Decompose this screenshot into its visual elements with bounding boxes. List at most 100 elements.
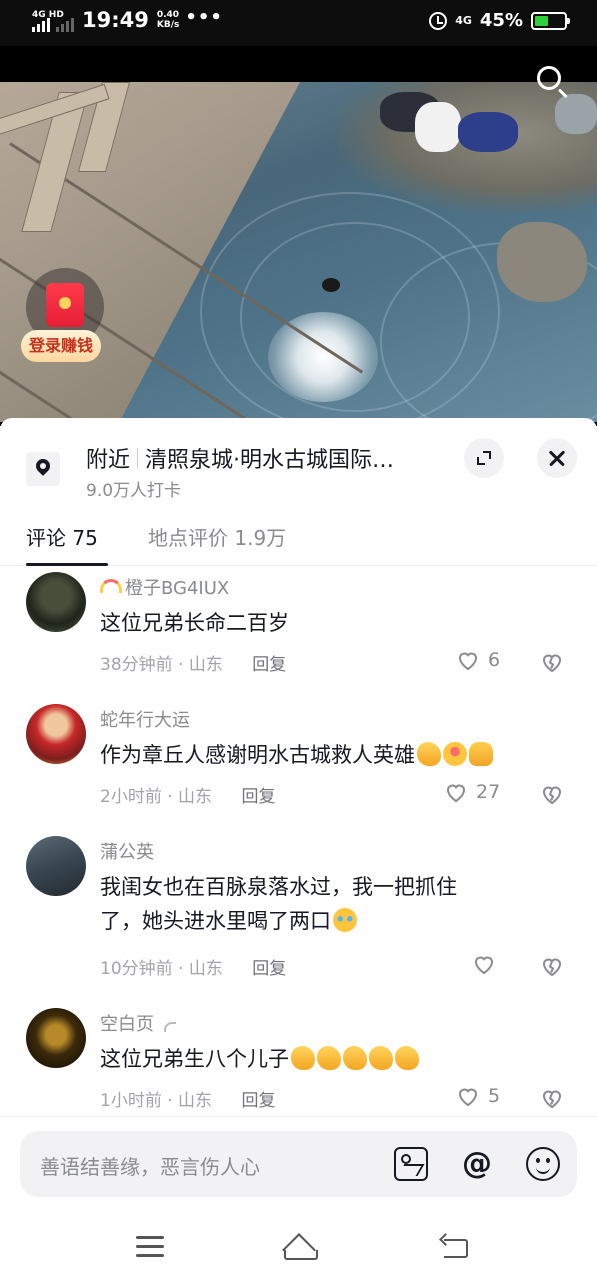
- avatar[interactable]: [26, 1008, 86, 1068]
- divider: [0, 1116, 597, 1117]
- active-tab-indicator: [26, 563, 108, 566]
- like-button[interactable]: 6: [456, 648, 500, 672]
- search-icon: [537, 66, 561, 90]
- menu-icon: [136, 1245, 164, 1248]
- back-button[interactable]: [438, 1232, 472, 1260]
- broken-heart-icon[interactable]: [540, 1086, 564, 1110]
- comment-meta: 1小时前 · 山东 回复: [100, 1086, 275, 1111]
- reply-button[interactable]: 回复: [241, 787, 275, 807]
- meta-separator: ·: [172, 959, 189, 979]
- comment-username[interactable]: 蛇年行大运: [100, 706, 190, 732]
- reply-button[interactable]: 回复: [252, 655, 286, 675]
- comment-input-placeholder: 善语结善缘，恶言伤人心: [40, 1155, 260, 1179]
- home-button[interactable]: [282, 1232, 318, 1260]
- tab-comments[interactable]: 评论 75: [26, 522, 98, 551]
- emoji-icon[interactable]: [526, 1147, 560, 1181]
- badge-icon: [164, 1022, 176, 1032]
- comment-input[interactable]: 善语结善缘，恶言伤人心 @: [20, 1131, 577, 1197]
- comment-text-line-body: 了，她头进水里喝了两口: [100, 909, 331, 933]
- expand-icon: [483, 451, 491, 459]
- mention-icon[interactable]: @: [460, 1147, 494, 1181]
- tab-bar: 评论 75 地点评价 1.9万: [0, 518, 597, 566]
- alarm-icon: [429, 11, 448, 30]
- meta-separator: ·: [172, 655, 189, 675]
- heart-icon: [458, 1088, 478, 1107]
- thumbs-up-emoji: [343, 1046, 367, 1070]
- comment-text-line: 我闺女也在百脉泉落水过，我一把抓住: [100, 875, 457, 899]
- battery-percent: 45%: [479, 10, 523, 31]
- comment-text: 作为章丘人感谢明水古城救人英雄: [100, 738, 580, 772]
- rock: [497, 222, 587, 302]
- comment-region: 山东: [188, 959, 223, 979]
- network-type: 4G HD: [32, 10, 64, 20]
- video-frame: [0, 82, 597, 422]
- comment-time: 38分钟前: [100, 655, 173, 675]
- location-title[interactable]: 附近 清照泉城·明水古城国际…: [86, 442, 394, 474]
- status-bar: 4G HD 19:49 0.40 KB/s ••• 4G 45%: [0, 0, 597, 46]
- tab-place-reviews[interactable]: 地点评价 1.9万: [148, 522, 286, 551]
- comment-username[interactable]: 蒲公英: [100, 838, 154, 864]
- thumbs-up-emoji: [395, 1046, 419, 1070]
- laugh-cry-emoji: [333, 908, 357, 932]
- network-type-right: 4G: [455, 14, 472, 27]
- comment-region: 山东: [178, 787, 213, 807]
- comment-text: 这位兄弟生八个儿子: [100, 1042, 580, 1076]
- comment-username[interactable]: 橙子BG4IUX: [100, 574, 229, 600]
- comment-text-body: 作为章丘人感谢明水古城救人英雄: [100, 743, 415, 767]
- heart-icon: [446, 784, 466, 803]
- like-count: 6: [488, 649, 501, 671]
- rainbow-icon: [100, 579, 122, 593]
- more-notifications: •••: [185, 6, 223, 28]
- comment-time: 1小时前: [100, 1091, 162, 1111]
- person-blue-shirt: [458, 112, 518, 152]
- signal-icon: [32, 18, 50, 32]
- comment-username[interactable]: 空白页: [100, 1010, 176, 1036]
- like-button[interactable]: 5: [456, 1084, 500, 1108]
- like-button[interactable]: 27: [444, 780, 500, 804]
- meta-separator: ·: [161, 787, 179, 807]
- person-edge: [555, 94, 597, 134]
- person-white-shirt: [415, 102, 461, 152]
- heart-icon: [458, 652, 478, 671]
- image-icon[interactable]: [394, 1147, 428, 1181]
- broken-heart-icon[interactable]: [540, 782, 564, 806]
- avatar[interactable]: [26, 704, 86, 764]
- expand-button[interactable]: [464, 438, 504, 478]
- broken-heart-icon[interactable]: [540, 650, 564, 674]
- heart-icon: [474, 956, 494, 975]
- reply-button[interactable]: 回复: [252, 959, 286, 979]
- comment-region: 山东: [188, 655, 223, 675]
- water-splash: [268, 312, 378, 402]
- search-button[interactable]: [535, 64, 571, 100]
- comment-text-body: 这位兄弟生八个儿子: [100, 1047, 289, 1071]
- pin-shape: [33, 456, 53, 476]
- avatar[interactable]: [26, 572, 86, 632]
- battery-icon: [531, 11, 570, 30]
- place-name: 清照泉城·明水古城国际…: [145, 448, 395, 473]
- login-earn-button[interactable]: 登录赚钱: [21, 330, 102, 362]
- close-button[interactable]: [537, 438, 577, 478]
- menu-icon: [136, 1236, 164, 1239]
- nearby-label: 附近: [86, 448, 131, 473]
- broken-heart-icon[interactable]: [540, 954, 564, 978]
- comment-meta: 2小时前 · 山东 回复: [100, 782, 275, 807]
- thumbs-up-emoji: [417, 742, 441, 766]
- reply-button[interactable]: 回复: [241, 1091, 275, 1111]
- username-text: 空白页: [100, 1014, 154, 1035]
- thumbs-up-emoji: [291, 1046, 315, 1070]
- avatar[interactable]: [26, 836, 86, 896]
- like-count: 27: [476, 781, 501, 803]
- status-time: 19:49: [82, 8, 149, 32]
- username-text: 橙子BG4IUX: [125, 578, 230, 599]
- red-packet-icon[interactable]: [46, 283, 84, 327]
- comment-time: 2小时前: [100, 787, 162, 807]
- location-pin-icon: [26, 452, 60, 486]
- menu-button[interactable]: [133, 1232, 167, 1260]
- speed-value: 0.40: [156, 10, 180, 20]
- thumbs-up-emoji: [317, 1046, 341, 1070]
- video-player[interactable]: 登录赚钱: [0, 46, 597, 426]
- checkin-count: 9.0万人打卡: [86, 481, 182, 501]
- status-right: 4G 45%: [429, 10, 570, 31]
- comment-time: 10分钟前: [100, 959, 173, 979]
- like-button[interactable]: [472, 952, 504, 976]
